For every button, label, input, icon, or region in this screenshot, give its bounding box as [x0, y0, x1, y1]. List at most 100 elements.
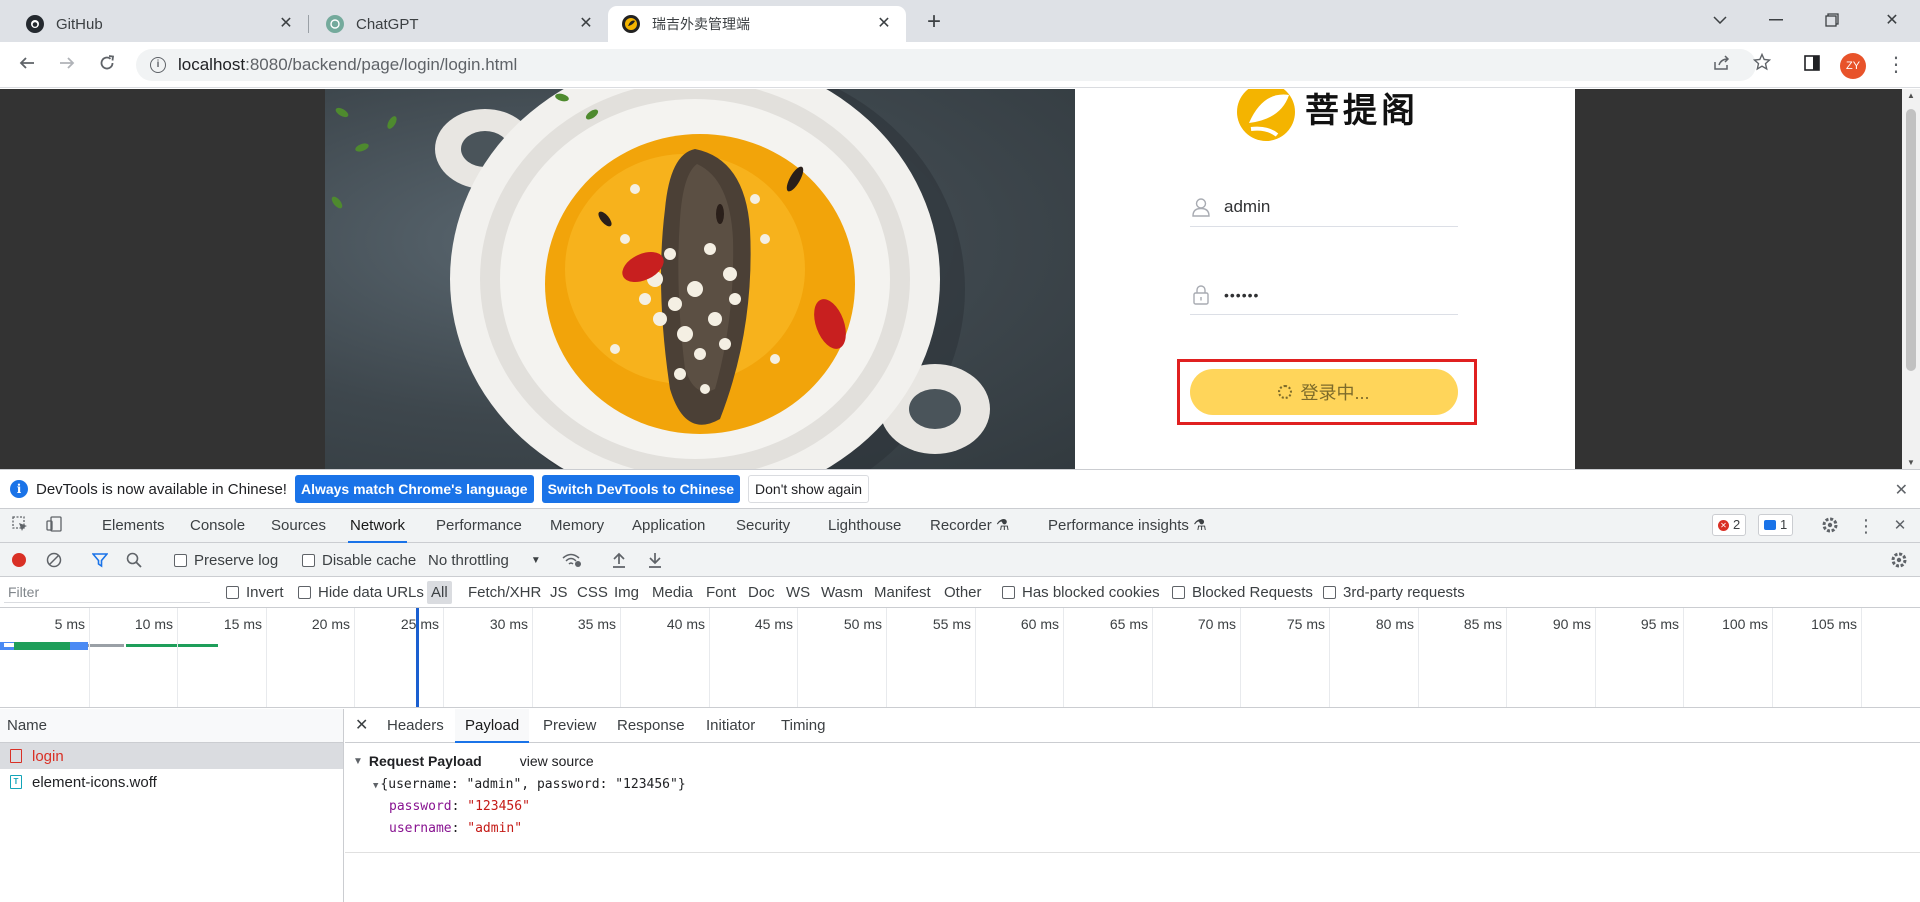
view-source-link[interactable]: view source: [520, 753, 594, 769]
tab-elements[interactable]: Elements: [100, 509, 167, 543]
request-row-login[interactable]: login: [0, 743, 343, 769]
tab-performance[interactable]: Performance: [434, 509, 524, 543]
detail-tab-headers[interactable]: Headers: [387, 709, 444, 743]
side-panel-icon[interactable]: [1798, 50, 1826, 80]
import-har-button[interactable]: [612, 543, 626, 577]
scroll-up-icon[interactable]: ▲: [1902, 91, 1920, 100]
switch-to-chinese-button[interactable]: Switch DevTools to Chinese: [541, 475, 741, 503]
devtools-panel-tabs: Elements Console Sources Network Perform…: [0, 509, 1920, 543]
close-banner-icon[interactable]: ✕: [1895, 480, 1908, 500]
tab-sources[interactable]: Sources: [269, 509, 328, 543]
has-blocked-cookies-checkbox[interactable]: Has blocked cookies: [1002, 577, 1160, 608]
page-scrollbar[interactable]: ▲ ▼: [1902, 89, 1920, 469]
password-value[interactable]: ••••••: [1224, 287, 1259, 303]
expand-triangle-icon[interactable]: ▼: [353, 756, 363, 767]
detail-tab-preview[interactable]: Preview: [543, 709, 596, 743]
tab-performance-insights[interactable]: Performance insights ⚗: [1046, 509, 1209, 543]
scroll-thumb[interactable]: [1906, 109, 1916, 371]
forward-icon[interactable]: [52, 50, 82, 80]
devtools-settings-icon[interactable]: [1820, 516, 1840, 536]
filter-type-wasm[interactable]: Wasm: [821, 577, 863, 608]
timeline-gridline: [266, 608, 267, 707]
bookmark-star-icon[interactable]: [1748, 50, 1776, 80]
username-value[interactable]: admin: [1224, 197, 1270, 217]
username-field[interactable]: admin: [1190, 187, 1458, 227]
request-row-element-icons[interactable]: T element-icons.woff: [0, 769, 343, 795]
network-timeline-overview[interactable]: 5 ms 10 ms 15 ms 20 ms 25 ms 30 ms 35 ms 40 ms 4…: [0, 608, 1920, 708]
tab-console[interactable]: Console: [188, 509, 247, 543]
filter-type-font[interactable]: Font: [706, 577, 736, 608]
filter-type-fetch-xhr[interactable]: Fetch/XHR: [468, 577, 541, 608]
payload-object-summary[interactable]: ▼ {username: "admin", password: "123456"}: [373, 777, 1920, 795]
close-window-icon[interactable]: ✕: [1864, 0, 1920, 40]
minimize-icon[interactable]: [1748, 0, 1804, 40]
messages-badge[interactable]: 1: [1758, 514, 1794, 536]
disable-cache-checkbox[interactable]: Disable cache: [302, 543, 416, 577]
export-har-button[interactable]: [648, 543, 662, 577]
share-icon[interactable]: [1708, 50, 1736, 80]
tab-network[interactable]: Network: [348, 509, 408, 543]
tab-lighthouse[interactable]: Lighthouse: [826, 509, 903, 543]
filter-type-manifest[interactable]: Manifest: [874, 577, 931, 608]
filter-toggle-button[interactable]: [92, 543, 108, 577]
browser-tab-ruiji[interactable]: 瑞吉外卖管理端 ✕: [608, 6, 906, 42]
tab-memory[interactable]: Memory: [548, 509, 606, 543]
restore-icon[interactable]: [1804, 0, 1860, 40]
request-payload-header[interactable]: ▼ Request Payload view source: [353, 751, 1920, 771]
scroll-down-icon[interactable]: ▼: [1902, 458, 1920, 467]
tab-application[interactable]: Application: [630, 509, 707, 543]
blocked-requests-checkbox[interactable]: Blocked Requests: [1172, 577, 1313, 608]
device-toolbar-icon[interactable]: [44, 516, 64, 536]
back-icon[interactable]: [12, 50, 42, 80]
filter-type-other[interactable]: Other: [944, 577, 982, 608]
throttling-select[interactable]: No throttling ▼: [428, 543, 541, 577]
devtools-more-icon[interactable]: ⋮: [1856, 516, 1876, 536]
hide-data-urls-checkbox[interactable]: Hide data URLs: [298, 577, 424, 608]
network-settings-button[interactable]: [1890, 543, 1908, 577]
filter-type-img[interactable]: Img: [614, 577, 639, 608]
detail-tab-response[interactable]: Response: [617, 709, 685, 743]
errors-badge[interactable]: ✕ 2: [1712, 514, 1747, 536]
inspect-element-icon[interactable]: [10, 516, 30, 536]
dont-show-again-button[interactable]: Don't show again: [748, 475, 869, 503]
filter-input[interactable]: Filter: [4, 581, 210, 603]
detail-tab-initiator[interactable]: Initiator: [706, 709, 755, 743]
close-devtools-icon[interactable]: ✕: [1890, 516, 1910, 536]
preserve-log-checkbox[interactable]: Preserve log: [174, 543, 278, 577]
reload-icon[interactable]: [92, 50, 122, 80]
browser-tab-github[interactable]: GitHub ✕: [12, 6, 309, 42]
browser-tab-chatgpt[interactable]: ChatGPT ✕: [312, 6, 609, 42]
tab-recorder[interactable]: Recorder ⚗: [928, 509, 1011, 543]
checkbox-box: [298, 586, 311, 599]
tab-security[interactable]: Security: [734, 509, 792, 543]
tab-search-icon[interactable]: [1692, 0, 1748, 40]
filter-type-ws[interactable]: WS: [786, 577, 810, 608]
filter-type-all[interactable]: All: [427, 581, 452, 604]
record-button[interactable]: [12, 543, 26, 577]
filter-type-css[interactable]: CSS: [577, 577, 608, 608]
invert-checkbox[interactable]: Invert: [226, 577, 284, 608]
site-info-icon[interactable]: i: [150, 57, 166, 73]
clear-button[interactable]: [46, 543, 62, 577]
new-tab-button[interactable]: +: [920, 9, 948, 37]
chrome-menu-icon[interactable]: ⋮: [1886, 50, 1906, 80]
password-field[interactable]: ••••••: [1190, 275, 1458, 315]
close-tab-icon[interactable]: ✕: [276, 14, 296, 34]
filter-type-doc[interactable]: Doc: [748, 577, 775, 608]
address-bar[interactable]: i localhost:8080/backend/page/login/logi…: [136, 49, 1756, 81]
name-column-header[interactable]: Name: [0, 709, 343, 743]
expand-triangle-icon[interactable]: ▼: [373, 781, 378, 791]
network-conditions-button[interactable]: [562, 543, 582, 577]
search-button[interactable]: [126, 543, 142, 577]
close-detail-icon[interactable]: ✕: [355, 709, 368, 743]
always-match-language-button[interactable]: Always match Chrome's language: [294, 475, 534, 503]
third-party-checkbox[interactable]: 3rd-party requests: [1323, 577, 1465, 608]
profile-avatar[interactable]: ZY: [1840, 53, 1866, 79]
close-tab-icon[interactable]: ✕: [874, 14, 894, 34]
filter-type-js[interactable]: JS: [550, 577, 568, 608]
timeline-request-bar: [88, 644, 124, 647]
filter-type-media[interactable]: Media: [652, 577, 693, 608]
close-tab-icon[interactable]: ✕: [576, 14, 596, 34]
detail-tab-timing[interactable]: Timing: [781, 709, 825, 743]
detail-tab-payload[interactable]: Payload: [455, 709, 530, 743]
